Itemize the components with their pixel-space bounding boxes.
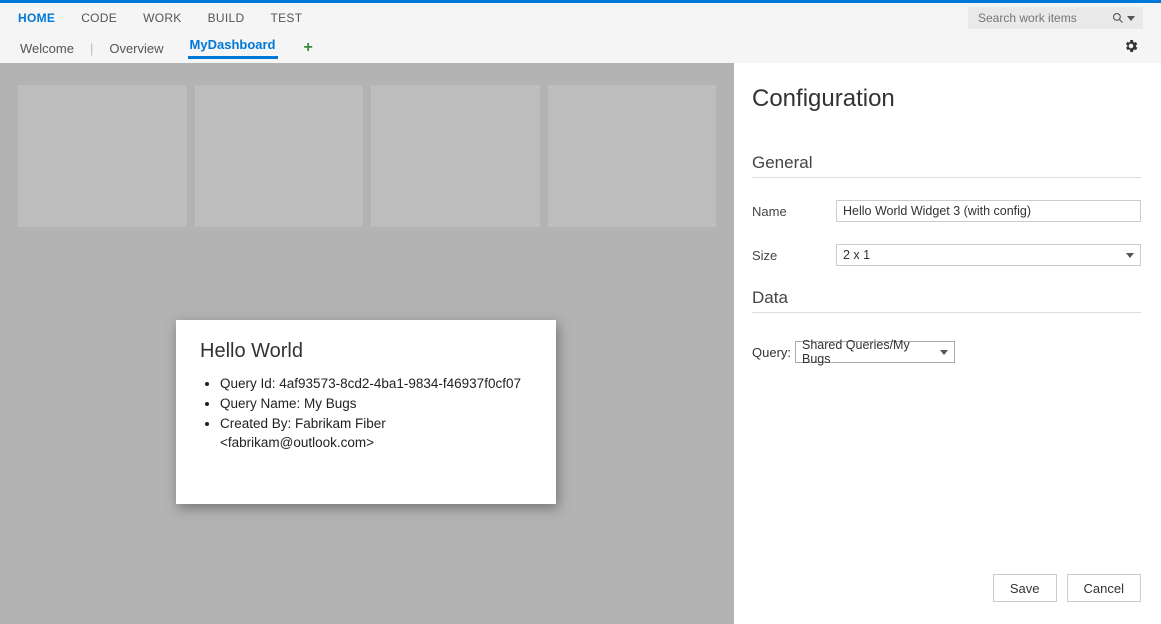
name-input[interactable] [836,200,1141,222]
query-value: Shared Queries/My Bugs [802,338,940,366]
size-select[interactable]: 2 x 1 [836,244,1141,266]
dashboard-tile-placeholder[interactable] [548,85,717,227]
content-area: Hello World Query Id: 4af93573-8cd2-4ba1… [0,63,1161,624]
subnav-overview[interactable]: Overview [107,41,165,56]
widget-line: Query Name: My Bugs [220,395,532,414]
section-data: Data [752,288,1141,313]
nav-build[interactable]: BUILD [208,11,245,25]
size-label: Size [752,248,836,263]
tile-row [18,85,716,227]
dashboard-tile-placeholder[interactable] [18,85,187,227]
nav-code[interactable]: CODE [81,11,117,25]
divider: | [90,41,93,56]
search-input[interactable] [976,10,1108,26]
subnav-welcome[interactable]: Welcome [18,41,76,56]
dashboard-tile-placeholder[interactable] [371,85,540,227]
widget-line: Created By: Fabrikam Fiber <fabrikam@out… [220,415,532,453]
name-label: Name [752,204,836,219]
widget-line: Query Id: 4af93573-8cd2-4ba1-9834-f46937… [220,375,532,394]
field-query: Query: Shared Queries/My Bugs [752,341,1141,363]
section-general: General [752,153,1141,178]
add-dashboard-icon[interactable]: + [304,39,313,57]
save-button[interactable]: Save [993,574,1057,602]
chevron-down-icon [1126,253,1134,258]
subnav-mydashboard[interactable]: MyDashboard [188,37,278,59]
field-name: Name [752,200,1141,222]
search-box[interactable] [968,7,1143,29]
gear-icon[interactable] [1123,38,1139,58]
size-value: 2 x 1 [843,248,870,262]
chevron-down-icon [940,350,948,355]
cancel-button[interactable]: Cancel [1067,574,1141,602]
hello-world-widget[interactable]: Hello World Query Id: 4af93573-8cd2-4ba1… [176,320,556,504]
nav-work[interactable]: WORK [143,11,182,25]
query-select[interactable]: Shared Queries/My Bugs [795,341,955,363]
nav-test[interactable]: TEST [270,11,302,25]
widget-title: Hello World [200,340,532,363]
widget-list: Query Id: 4af93573-8cd2-4ba1-9834-f46937… [200,375,532,453]
app-header: HOME CODE WORK BUILD TEST Welcome | Over… [0,3,1161,63]
nav-home[interactable]: HOME [18,11,55,25]
config-title: Configuration [752,85,1141,113]
query-label: Query: [752,345,791,360]
search-icon[interactable] [1112,12,1135,24]
config-buttons: Save Cancel [752,574,1141,608]
dashboard-canvas: Hello World Query Id: 4af93573-8cd2-4ba1… [0,63,734,624]
field-size: Size 2 x 1 [752,244,1141,266]
main-nav: HOME CODE WORK BUILD TEST [0,3,1161,33]
sub-nav: Welcome | Overview MyDashboard + [0,33,1161,63]
configuration-panel: Configuration General Name Size 2 x 1 Da… [734,63,1161,624]
dashboard-tile-placeholder[interactable] [195,85,364,227]
